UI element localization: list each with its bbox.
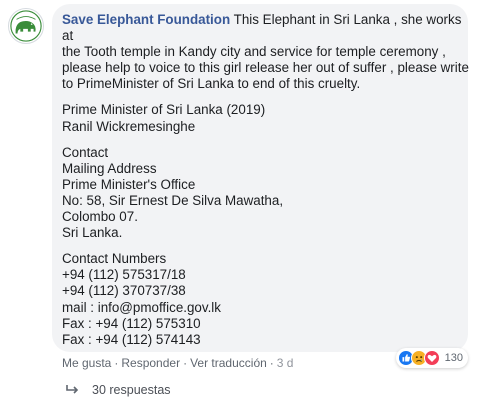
reactions-summary[interactable]: 130 — [395, 348, 468, 368]
comment-paragraph: Contact Numbers +94 (112) 575317/18 +94 … — [62, 251, 458, 348]
separator: · — [183, 356, 188, 370]
separator: · — [269, 356, 274, 370]
comment-line: at — [62, 28, 74, 44]
author-name[interactable]: Save Elephant Foundation — [62, 12, 230, 27]
comment-line: Fax : +94 (112) 575310 — [62, 315, 201, 331]
comment-paragraph: Save Elephant Foundation This Elephant i… — [62, 12, 469, 92]
comment-paragraph: Prime Minister of Sri Lanka (2019) Ranil… — [62, 102, 458, 134]
like-link[interactable]: Me gusta — [62, 356, 111, 370]
comment-line: +94 (112) 370737/38 — [62, 283, 186, 299]
comment-line: No: 58, Sir Ernest De Silva Mawatha, — [62, 192, 284, 208]
comment: Save Elephant Foundation This Elephant i… — [0, 0, 498, 400]
comment-line: Fax : +94 (112) 574143 — [62, 331, 201, 347]
comment-line: the Tooth temple in Kandy city and servi… — [62, 44, 446, 60]
comment-line: mail : info@pmoffice.gov.lk — [62, 299, 221, 315]
love-icon — [423, 350, 440, 366]
translate-link[interactable]: Ver traducción — [190, 356, 267, 370]
comment-line: please help to voice to this girl releas… — [62, 60, 469, 76]
comment-line: Colombo 07. — [62, 209, 138, 225]
comment-line: Prime Minister's Office — [62, 176, 196, 192]
comment-bubble: Save Elephant Foundation This Elephant i… — [52, 4, 469, 352]
elephant-logo-icon — [10, 10, 42, 42]
comment-line: Save Elephant Foundation This Elephant i… — [62, 12, 462, 27]
reply-arrow-icon — [66, 385, 79, 394]
comment-line: Sri Lanka. — [62, 225, 123, 241]
comment-line: +94 (112) 575317/18 — [62, 267, 186, 283]
comment-line: Prime Minister of Sri Lanka (2019) — [62, 102, 266, 118]
view-replies-link[interactable]: 30 respuestas — [66, 383, 171, 397]
comment-actions: Me gusta · Responder · Ver traducción · 3 d — [62, 356, 293, 370]
comment-paragraph: Contact Mailing Address Prime Minister's… — [62, 145, 458, 242]
comment-line: Mailing Address — [62, 160, 157, 176]
reaction-count: 130 — [444, 352, 463, 364]
comment-line: Ranil Wickremesinghe — [62, 118, 196, 134]
comment-line: Contact Numbers — [62, 251, 167, 267]
separator: · — [114, 356, 119, 370]
avatar[interactable] — [8, 8, 44, 44]
comment-line: Contact — [62, 144, 109, 160]
reply-link[interactable]: Responder — [121, 356, 180, 370]
replies-count-label: 30 respuestas — [92, 383, 171, 397]
timestamp[interactable]: 3 d — [277, 356, 294, 370]
comment-line: to PrimeMinister of Sri Lanka to end of … — [62, 76, 361, 92]
